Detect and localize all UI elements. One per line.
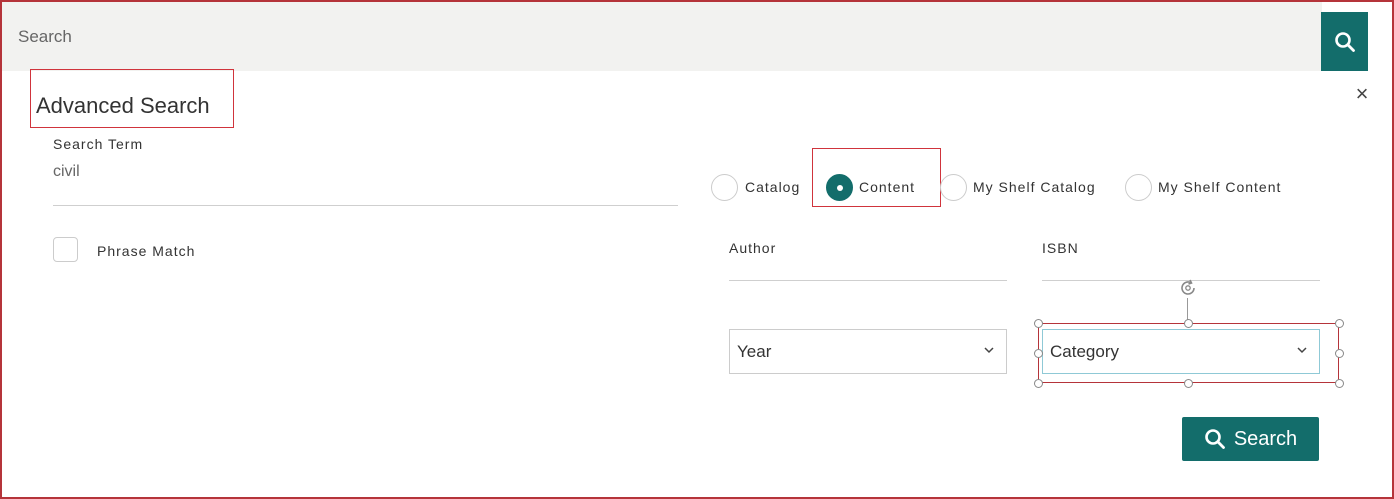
radio-catalog[interactable] <box>711 174 738 201</box>
search-icon <box>1334 31 1355 52</box>
radio-catalog-label: Catalog <box>745 179 801 195</box>
advanced-search-button[interactable]: Search <box>1182 417 1319 461</box>
phrase-match-checkbox[interactable] <box>53 237 78 262</box>
advanced-search-button-label: Search <box>1233 427 1298 450</box>
category-select[interactable]: Category <box>1042 329 1320 374</box>
rotate-icon[interactable] <box>1176 276 1200 300</box>
resize-handle-top-right[interactable] <box>1335 319 1344 328</box>
radio-content-label: Content <box>859 179 916 195</box>
resize-handle-left[interactable] <box>1034 349 1043 358</box>
search-input[interactable] <box>2 2 1322 71</box>
radio-my-shelf-catalog-label: My Shelf Catalog <box>973 179 1096 195</box>
search-term-underline <box>53 205 678 206</box>
resize-handle-top[interactable] <box>1184 319 1193 328</box>
year-select[interactable]: Year <box>729 329 1007 374</box>
isbn-label: ISBN <box>1042 240 1079 256</box>
rotate-handle-stem <box>1187 298 1188 320</box>
search-term-field[interactable]: civil <box>53 163 80 181</box>
chevron-down-icon <box>1297 347 1307 354</box>
page-title: Advanced Search <box>36 93 210 118</box>
year-select-value: Year <box>737 342 772 361</box>
resize-handle-bottom[interactable] <box>1184 379 1193 388</box>
search-submit-button[interactable] <box>1321 12 1368 71</box>
radio-content[interactable] <box>826 174 853 201</box>
search-icon <box>1205 429 1225 449</box>
close-icon[interactable]: × <box>1352 83 1372 105</box>
search-term-label: Search Term <box>53 136 144 152</box>
radio-my-shelf-content[interactable] <box>1125 174 1152 201</box>
radio-my-shelf-catalog[interactable] <box>940 174 967 201</box>
author-label: Author <box>729 240 777 256</box>
resize-handle-top-left[interactable] <box>1034 319 1043 328</box>
chevron-down-icon <box>984 347 994 354</box>
radio-my-shelf-content-label: My Shelf Content <box>1158 179 1282 195</box>
resize-handle-bottom-left[interactable] <box>1034 379 1043 388</box>
author-field[interactable] <box>729 280 1007 281</box>
phrase-match-label: Phrase Match <box>97 243 196 259</box>
category-select-value: Category <box>1050 342 1119 361</box>
resize-handle-bottom-right[interactable] <box>1335 379 1344 388</box>
resize-handle-right[interactable] <box>1335 349 1344 358</box>
